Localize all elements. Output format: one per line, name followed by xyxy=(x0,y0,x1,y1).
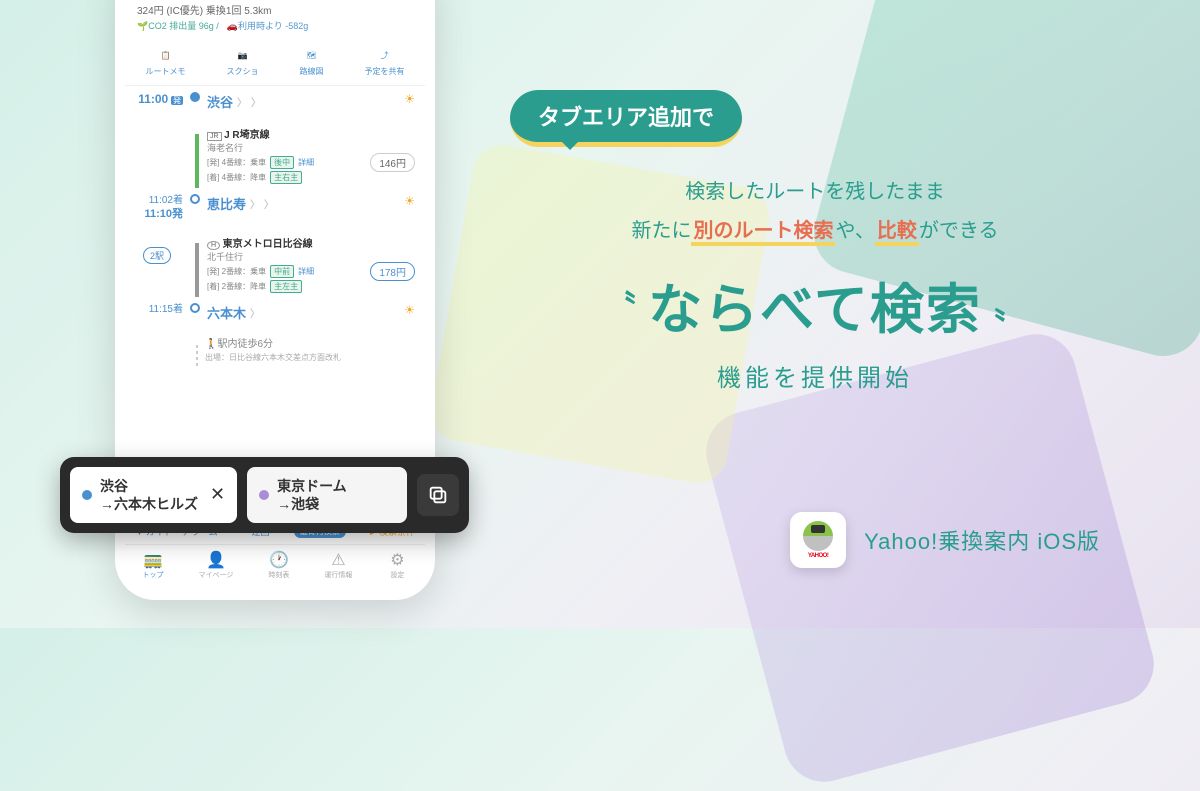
quote-open-icon: 〝 xyxy=(604,282,636,328)
promo-main: ならべて検索 xyxy=(648,265,982,344)
promo-sub2: 新たに別のルート検索や、比較ができる xyxy=(490,214,1140,243)
nav-timetable[interactable]: 🕐時刻表 xyxy=(268,551,289,580)
copy-icon xyxy=(427,484,449,506)
chevron-icon: 〉 xyxy=(237,94,247,109)
train-icon: 🚃 xyxy=(143,551,163,569)
fare-row: 324円 (IC優先) 乗換1回 5.3km xyxy=(137,2,413,17)
share-button[interactable]: ⤴予定を共有 xyxy=(365,46,405,77)
nav-top[interactable]: 🚃トップ xyxy=(143,551,164,580)
promo-badge: タブエリア追加で xyxy=(510,90,742,147)
camera-icon: 📷 xyxy=(234,46,252,64)
fare-badge: 146円 xyxy=(370,153,415,172)
station-dot-icon xyxy=(190,194,200,204)
route-memo-button[interactable]: 📋ルートメモ xyxy=(146,46,186,77)
tab-dot-icon xyxy=(82,490,92,500)
tab-dot-icon xyxy=(259,490,269,500)
station-dot-icon xyxy=(190,92,200,102)
clock-icon: 🕐 xyxy=(269,551,289,569)
eco-co2: 🌱CO2 排出量 96g / xyxy=(137,19,219,32)
route-header: 11:00 → 11:27 (27分) 7月20日(土) 324円 (IC優先)… xyxy=(125,0,425,38)
close-icon[interactable]: ✕ xyxy=(210,484,225,505)
alert-icon: ⚠ xyxy=(328,551,348,569)
tab-card-2[interactable]: 東京ドーム→池袋 xyxy=(247,467,407,523)
nav-status[interactable]: ⚠運行情報 xyxy=(324,551,352,580)
routemap-button[interactable]: 🗺路線図 xyxy=(300,46,324,77)
copy-tab-button[interactable] xyxy=(417,474,459,516)
exit-info: 出場：日比谷線六本木交差点方面改札 xyxy=(135,352,415,369)
tab-overlay: 渋谷→六本木ヒルズ ✕ 東京ドーム→池袋 xyxy=(60,457,469,533)
promo-section: タブエリア追加で 検索したルートを残したまま 新たに別のルート検索や、比較ができ… xyxy=(490,90,1140,393)
station-shibuya[interactable]: 11:00 発 渋谷〉〉 ☀ xyxy=(135,86,415,118)
weather-icon: ☀ xyxy=(404,194,415,208)
stops-badge[interactable]: 2駅 xyxy=(143,247,171,264)
weather-icon: ☀ xyxy=(404,92,415,106)
nav-mypage[interactable]: 👤マイページ xyxy=(199,551,234,580)
bottom-nav: 🚃トップ 👤マイページ 🕐時刻表 ⚠運行情報 ⚙設定 xyxy=(125,544,425,582)
station-ebisu[interactable]: 11:02着11:10発 恵比寿〉〉 ☀ xyxy=(135,188,415,227)
map-icon: 🗺 xyxy=(303,46,321,64)
app-name: Yahoo!乗換案内 iOS版 xyxy=(864,524,1100,556)
weather-icon: ☀ xyxy=(404,303,415,317)
quote-close-icon: 〟 xyxy=(994,282,1026,328)
nav-settings[interactable]: ⚙設定 xyxy=(387,551,407,580)
line-name: J R埼京線 xyxy=(224,130,270,141)
share-icon: ⤴ xyxy=(376,46,394,64)
train-logo-icon xyxy=(803,521,833,551)
screenshot-button[interactable]: 📷スクショ xyxy=(227,46,259,77)
station-roppongi[interactable]: 11:15着 六本木〉 ☀ xyxy=(135,297,415,329)
person-icon: 👤 xyxy=(206,551,226,569)
tab-card-1[interactable]: 渋谷→六本木ヒルズ ✕ xyxy=(70,467,237,523)
app-icon: YAHOO! xyxy=(790,512,846,568)
promo-after: 機能を提供開始 xyxy=(490,358,1140,393)
app-info: YAHOO! Yahoo!乗換案内 iOS版 xyxy=(790,512,1100,568)
action-row: 📋ルートメモ 📷スクショ 🗺路線図 ⤴予定を共有 xyxy=(125,38,425,86)
gear-icon: ⚙ xyxy=(387,551,407,569)
station-dot-icon xyxy=(190,303,200,313)
walk-info: 🚶駅内徒歩6分 xyxy=(135,329,415,352)
memo-icon: 📋 xyxy=(157,46,175,64)
eco-saving: 🚗利用時より -582g xyxy=(227,19,309,32)
promo-sub1: 検索したルートを残したまま xyxy=(490,175,1140,204)
